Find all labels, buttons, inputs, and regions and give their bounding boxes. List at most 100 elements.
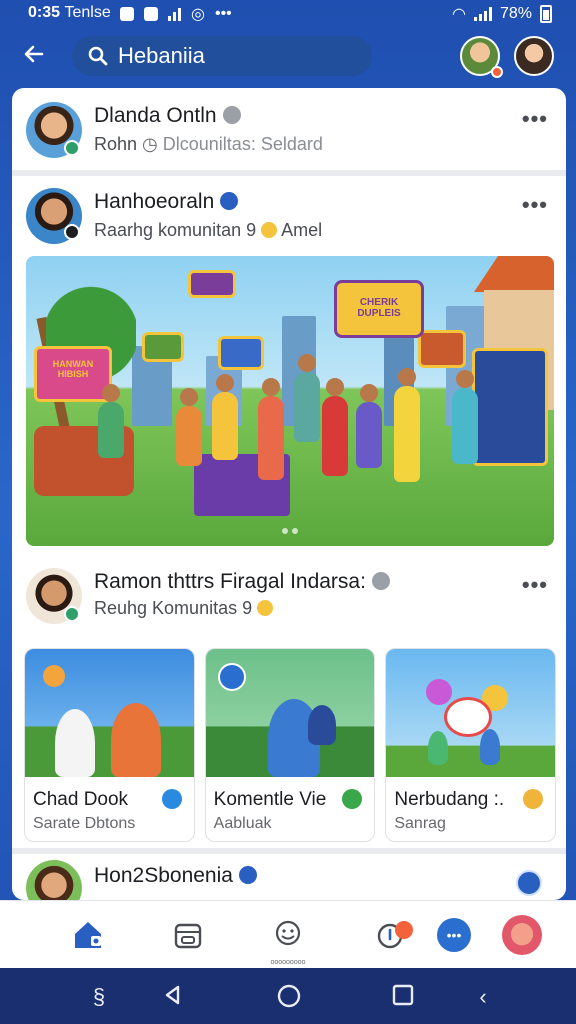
search-input[interactable]: Hebaniia — [72, 36, 372, 76]
emoji-balloon-icon — [43, 665, 65, 687]
search-query: Hebaniia — [118, 43, 205, 68]
groups-icon — [275, 920, 301, 946]
card-subtitle: Sarate Dbtons — [33, 815, 136, 832]
community-card[interactable]: Nerbudang :. Sanrag — [385, 648, 557, 842]
person — [394, 368, 420, 482]
back-nav-icon[interactable] — [160, 984, 186, 1010]
card-subtitle: Sanrag — [394, 815, 446, 832]
card-image — [205, 649, 375, 777]
recents-nav-icon[interactable] — [390, 984, 416, 1010]
post-header: Hanhoeoraln Raarhg komunitan 9 Amel ••• — [12, 180, 566, 260]
notifications-tab[interactable] — [374, 913, 418, 957]
app-notification-icon — [144, 7, 158, 21]
verified-icon — [238, 866, 257, 884]
alarm-icon: ◎ — [191, 6, 205, 23]
card-subtitle: Aabluak — [213, 815, 272, 832]
battery-icon — [540, 5, 552, 23]
post-header: Dlanda Ontln Rohn ◷ Dlcouniltas: Seldard… — [12, 88, 566, 168]
notification-dot — [491, 66, 503, 78]
battery-percent: 78% — [499, 5, 532, 22]
person — [212, 374, 238, 460]
post-author[interactable]: Hanhoeoraln — [94, 190, 239, 214]
post-author[interactable]: Hon2Sbonenia — [94, 864, 257, 888]
verified-icon — [222, 106, 241, 124]
house-roof — [474, 256, 554, 292]
more-options-button[interactable]: ••• — [522, 106, 548, 132]
verified-icon — [220, 192, 239, 210]
more-options-button[interactable]: ••• — [522, 192, 548, 218]
location-icon — [161, 789, 182, 809]
community-card[interactable]: Komentle Vie Aabluak — [204, 648, 376, 842]
groups-tab-label: ooooooooo — [270, 959, 306, 966]
marketplace-tab[interactable] — [166, 913, 210, 957]
more-status-icon: ••• — [214, 5, 232, 22]
home-icon — [75, 922, 101, 948]
post-header: Ramon thttrs Firagal Indarsa: Reuhg Komu… — [12, 560, 566, 640]
floating-sign — [218, 336, 264, 370]
card-image — [386, 649, 556, 777]
carousel-dots — [282, 528, 298, 534]
person — [356, 384, 382, 468]
floating-sign — [142, 332, 184, 362]
online-badge — [64, 224, 80, 240]
more-options-button[interactable]: ••• — [522, 572, 548, 598]
home-nav-icon[interactable] — [276, 984, 302, 1010]
community-card[interactable]: Chad Dook Sarate Dbtons — [24, 648, 195, 842]
assistant-icon[interactable]: § — [86, 984, 112, 1010]
event-title-sign: CHERIK DUPLEIS — [334, 280, 424, 338]
person — [258, 378, 284, 480]
post-header: Hon2Sbonenia — [12, 848, 566, 900]
person — [55, 709, 95, 777]
status-right: ◠ 78% — [452, 4, 552, 24]
clock-icon: ◷ — [142, 134, 158, 154]
marketplace-icon — [174, 923, 202, 949]
chevron-left-icon[interactable]: ‹ — [470, 984, 496, 1010]
floating-sign — [418, 330, 466, 368]
feed: Dlanda Ontln Rohn ◷ Dlcouniltas: Seldard… — [12, 88, 566, 900]
top-app-bar: Hebaniia — [0, 30, 576, 82]
profile-avatar — [502, 915, 542, 955]
bottom-tab-bar: ooooooooo ••• — [0, 900, 576, 968]
search-icon — [88, 46, 108, 66]
profile-tab[interactable] — [500, 913, 544, 957]
online-badge — [64, 140, 80, 156]
smile-emoji-icon — [257, 600, 274, 616]
groups-tab[interactable]: ooooooooo — [266, 913, 310, 966]
balloon-icon — [426, 679, 453, 705]
system-nav-bar: § ‹ — [0, 968, 576, 1024]
person — [307, 705, 336, 745]
signal-icon — [168, 7, 181, 21]
person — [176, 388, 202, 466]
floating-sign — [188, 270, 236, 298]
person — [480, 729, 501, 765]
arcade-machine — [472, 348, 548, 466]
post-author[interactable]: Dlanda Ontln — [94, 104, 241, 128]
messenger-icon: ••• — [437, 918, 471, 952]
profile-avatar[interactable] — [514, 36, 554, 76]
person — [294, 354, 320, 442]
pin-icon — [217, 663, 246, 691]
status-time: 0:35 Tenlse — [28, 4, 111, 21]
refresh-icon[interactable] — [516, 870, 542, 896]
person — [322, 378, 348, 476]
community-cards: Chad Dook Sarate Dbtons Komentle Vie Aab… — [24, 648, 557, 842]
post-subtitle: Raarhg komunitan 9 Amel — [94, 220, 323, 240]
divider — [12, 170, 566, 176]
post-author[interactable]: Ramon thttrs Firagal Indarsa: — [94, 570, 390, 594]
check-icon — [342, 789, 363, 809]
card-title: Komentle Vie — [213, 789, 327, 810]
home-tab[interactable] — [66, 913, 110, 957]
cell-signal-icon — [473, 7, 492, 21]
arrow-left-icon[interactable] — [22, 42, 54, 70]
app-notification-icon — [120, 7, 134, 21]
notifications-icon — [377, 921, 413, 949]
smile-emoji-icon — [261, 222, 278, 238]
online-badge — [64, 606, 80, 622]
verified-icon — [371, 572, 390, 590]
post-image[interactable]: HANWAN HIBISH CHERIK DUPLEIS — [26, 256, 554, 546]
lightbulb-icon — [523, 789, 544, 809]
avatar[interactable] — [26, 860, 82, 900]
post-subtitle: Reuhg Komunitas 9 — [94, 598, 274, 619]
card-title: Nerbudang :. — [394, 789, 505, 810]
messenger-tab[interactable]: ••• — [432, 913, 476, 957]
